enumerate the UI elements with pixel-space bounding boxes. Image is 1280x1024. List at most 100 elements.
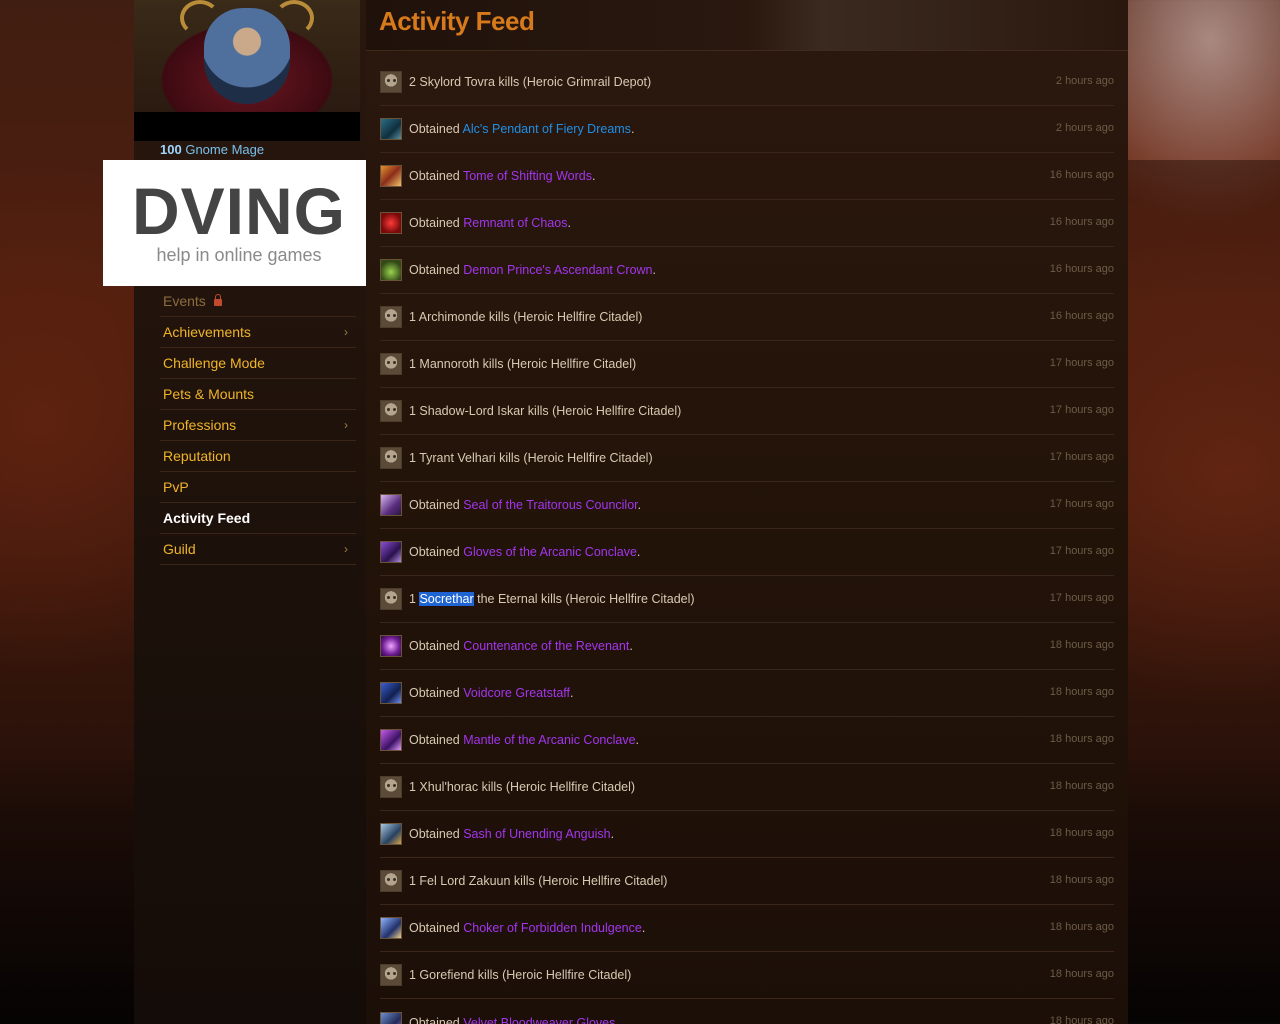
nav-item-reputation[interactable]: Reputation: [160, 441, 356, 472]
nav-item-label: Events: [163, 293, 206, 309]
feed-prefix: Obtained: [409, 827, 464, 841]
feed-item: 1 Shadow-Lord Iskar kills (Heroic Hellfi…: [380, 388, 1114, 435]
feed-prefix: Obtained: [409, 263, 464, 277]
main-content: Activity Feed 2 Skylord Tovra kills (Her…: [366, 0, 1128, 1024]
item-link[interactable]: Velvet Bloodweaver Gloves: [463, 1016, 615, 1024]
lock-icon: [213, 293, 222, 306]
feed-suffix: .: [637, 498, 642, 512]
feed-prefix: Obtained: [409, 686, 464, 700]
item-link[interactable]: Remnant of Chaos: [463, 216, 567, 230]
item-link[interactable]: Tome of Shifting Words: [463, 169, 592, 183]
feed-item: Obtained Voidcore Greatstaff. 18 hours a…: [380, 670, 1114, 717]
feed-item: Obtained Gloves of the Arcanic Conclave.…: [380, 529, 1114, 576]
feed-prefix: 1: [409, 592, 420, 606]
sidebar: 100 Gnome Mage Events Achievements › Cha…: [134, 0, 366, 1024]
feed-text: Obtained Tome of Shifting Words.: [409, 169, 595, 183]
watermark-subtitle: help in online games: [156, 244, 322, 265]
feed-text: Obtained Seal of the Traitorous Councilo…: [409, 498, 641, 512]
feed-item: 1 Xhul'horac kills (Heroic Hellfire Cita…: [380, 764, 1114, 811]
nav-item-label: Guild: [163, 541, 196, 557]
feed-prefix: Obtained: [409, 733, 464, 747]
seal-icon[interactable]: [380, 494, 402, 516]
skull-icon: [380, 400, 402, 422]
feed-item: 1 Mannoroth kills (Heroic Hellfire Citad…: [380, 341, 1114, 388]
crown-icon[interactable]: [380, 259, 402, 281]
feed-text: 1 Mannoroth kills (Heroic Hellfire Citad…: [409, 357, 637, 371]
feed-item: Obtained Remnant of Chaos. 16 hours ago: [380, 200, 1114, 247]
feed-time: 17 hours ago: [1049, 545, 1114, 557]
feed-suffix: .: [610, 827, 615, 841]
item-link[interactable]: Seal of the Traitorous Councilor: [463, 498, 637, 512]
feed-item: 2 Skylord Tovra kills (Heroic Grimrail D…: [380, 59, 1114, 106]
nav-item-professions[interactable]: Professions ›: [160, 410, 356, 441]
staff-icon[interactable]: [380, 682, 402, 704]
feed-time: 17 hours ago: [1049, 592, 1114, 604]
feed-suffix: .: [636, 545, 641, 559]
sash-icon[interactable]: [380, 823, 402, 845]
nav-item-activity-feed[interactable]: Activity Feed: [160, 503, 356, 534]
character-portrait: [134, 0, 360, 112]
feed-time: 18 hours ago: [1049, 639, 1114, 651]
item-link[interactable]: Mantle of the Arcanic Conclave: [463, 733, 635, 747]
feed-item: 1 Gorefiend kills (Heroic Hellfire Citad…: [380, 952, 1114, 999]
feed-item: 1 Fel Lord Zakuun kills (Heroic Hellfire…: [380, 858, 1114, 905]
mantle-icon[interactable]: [380, 729, 402, 751]
character-name-bar: [134, 112, 360, 141]
item-link[interactable]: Countenance of the Revenant: [463, 639, 629, 653]
item-link[interactable]: Choker of Forbidden Indulgence: [463, 921, 642, 935]
helm-icon[interactable]: [380, 635, 402, 657]
nav-item-events[interactable]: Events: [160, 286, 356, 317]
dving-watermark-logo: DVING help in online games: [103, 160, 375, 286]
feed-item: Obtained Demon Prince's Ascendant Crown.…: [380, 247, 1114, 294]
feed-time: 16 hours ago: [1049, 263, 1114, 275]
nav-item-pvp[interactable]: PvP: [160, 472, 356, 503]
page-header: Activity Feed: [366, 0, 1128, 51]
feed-suffix: .: [570, 686, 574, 700]
background-right-cliffs: [1128, 160, 1280, 760]
nav-item-pets-mounts[interactable]: Pets & Mounts: [160, 379, 356, 410]
item-link[interactable]: Sash of Unending Anguish: [463, 827, 610, 841]
character-class: Gnome Mage: [185, 142, 265, 157]
skull-icon: [380, 870, 402, 892]
feed-text: 1 Gorefiend kills (Heroic Hellfire Citad…: [409, 968, 632, 982]
feed-time: 18 hours ago: [1049, 733, 1114, 745]
feed-time: 17 hours ago: [1049, 357, 1114, 369]
item-link[interactable]: Demon Prince's Ascendant Crown: [463, 263, 652, 277]
feed-time: 18 hours ago: [1049, 921, 1114, 933]
feed-prefix: Obtained: [409, 122, 463, 136]
feed-time: 16 hours ago: [1049, 169, 1114, 181]
profile-nav: Events Achievements › Challenge Mode Pet…: [160, 286, 356, 565]
velvet-gloves-icon[interactable]: [380, 1011, 402, 1024]
nav-item-label: Pets & Mounts: [163, 386, 255, 402]
feed-prefix: Obtained: [409, 169, 463, 183]
character-level: 100: [160, 142, 182, 157]
feed-text: Obtained Countenance of the Revenant.: [409, 639, 633, 653]
feed-suffix: .: [652, 263, 656, 277]
feed-item: Obtained Mantle of the Arcanic Conclave.…: [380, 717, 1114, 764]
nav-item-label: Achievements: [163, 324, 251, 340]
nav-item-challenge-mode[interactable]: Challenge Mode: [160, 348, 356, 379]
item-link[interactable]: Alc's Pendant of Fiery Dreams: [463, 122, 631, 136]
feed-item: 1 Archimonde kills (Heroic Hellfire Cita…: [380, 294, 1114, 341]
gloves-icon[interactable]: [380, 541, 402, 563]
item-link[interactable]: Gloves of the Arcanic Conclave: [463, 545, 637, 559]
item-link[interactable]: Voidcore Greatstaff: [463, 686, 570, 700]
nav-item-label: PvP: [163, 479, 189, 495]
feed-suffix: .: [630, 122, 635, 136]
choker-icon[interactable]: [380, 917, 402, 939]
pendant-icon[interactable]: [380, 118, 402, 140]
book-icon[interactable]: [380, 165, 402, 187]
feed-time: 16 hours ago: [1049, 216, 1114, 228]
feed-time: 18 hours ago: [1049, 686, 1114, 698]
feed-text: 1 Archimonde kills (Heroic Hellfire Cita…: [409, 310, 643, 324]
chevron-right-icon: ›: [344, 542, 348, 556]
feed-text: Obtained Voidcore Greatstaff.: [409, 686, 573, 700]
feed-suffix: .: [567, 216, 571, 230]
nav-item-achievements[interactable]: Achievements ›: [160, 317, 356, 348]
gem-icon[interactable]: [380, 212, 402, 234]
feed-suffix: .: [591, 169, 596, 183]
feed-text: 1 Xhul'horac kills (Heroic Hellfire Cita…: [409, 780, 636, 794]
skull-icon: [380, 353, 402, 375]
nav-item-guild[interactable]: Guild ›: [160, 534, 356, 565]
character-level-class[interactable]: 100 Gnome Mage: [160, 142, 264, 157]
